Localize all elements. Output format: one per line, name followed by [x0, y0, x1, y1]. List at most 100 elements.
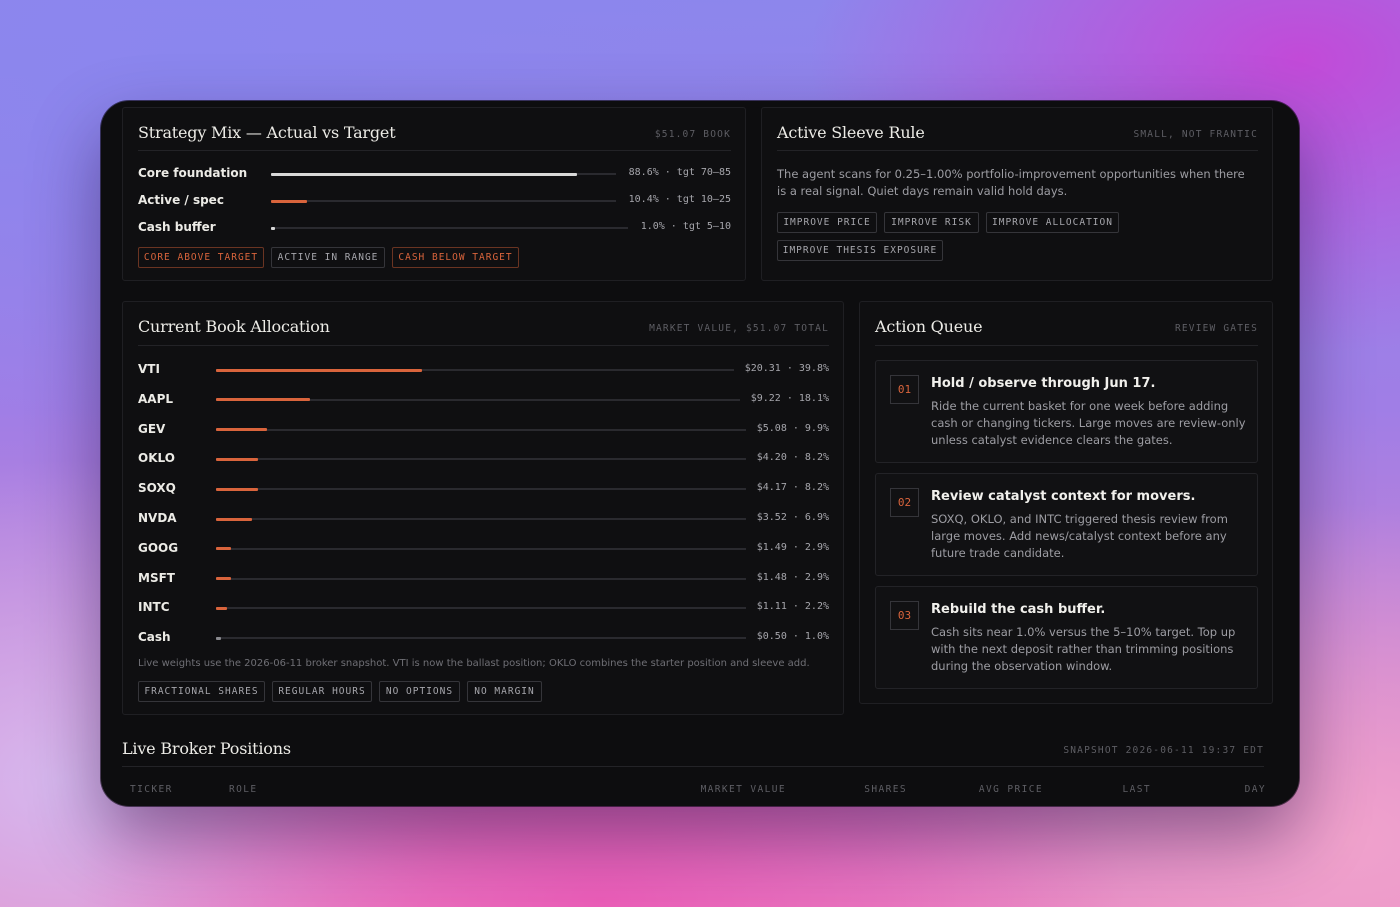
allocation-value: $1.11 · 2.2%	[756, 601, 829, 613]
sleeve-rule-description: The agent scans for 0.25–1.00% portfolio…	[777, 167, 1245, 198]
allocation-note: Live weights use the 2026-06-11 broker s…	[138, 658, 810, 669]
action-queue-title: Action Queue	[875, 317, 983, 336]
action-number: 01	[890, 375, 919, 404]
column-header-day[interactable]: DAY	[1245, 784, 1266, 795]
action-card-3[interactable]: 03 Rebuild the cash buffer. Cash sits ne…	[875, 586, 1258, 689]
allocation-bar	[216, 547, 747, 551]
strategy-mix-panel: Strategy Mix — Actual vs Target $51.07 B…	[122, 107, 746, 281]
allocation-ticker: OKLO	[138, 451, 175, 466]
allocation-meta: MARKET VALUE, $51.07 TOTAL	[649, 323, 829, 334]
sleeve-rule-title: Active Sleeve Rule	[777, 123, 925, 142]
allocation-title: Current Book Allocation	[138, 317, 330, 336]
action-card-2[interactable]: 02 Review catalyst context for movers. S…	[875, 473, 1258, 576]
allocation-bar	[216, 457, 747, 461]
action-description: Cash sits near 1.0% versus the 5–10% tar…	[931, 625, 1236, 673]
action-title: Rebuild the cash buffer.	[931, 602, 1106, 617]
action-number: 03	[890, 601, 919, 630]
action-description: Ride the current basket for one week bef…	[931, 399, 1246, 447]
allocation-bar-fill	[216, 636, 222, 640]
allocation-ticker: MSFT	[138, 570, 175, 585]
divider	[122, 766, 1264, 767]
allocation-value: $0.50 · 1.0%	[756, 631, 829, 643]
action-number: 02	[890, 488, 919, 517]
allocation-value: $1.49 · 2.9%	[756, 541, 829, 553]
allocation-bar	[216, 398, 741, 402]
allocation-ticker: VTI	[138, 362, 160, 376]
allocation-bar	[216, 636, 747, 640]
chip-fractional-shares: FRACTIONAL SHARES	[138, 681, 265, 702]
allocation-panel: Current Book Allocation MARKET VALUE, $5…	[122, 301, 844, 715]
column-header-shares[interactable]: SHARES	[864, 784, 907, 795]
allocation-value: $3.52 · 6.9%	[756, 512, 829, 523]
action-queue-panel: Action Queue REVIEW GATES 01 Hold / obse…	[859, 301, 1273, 704]
dashboard-window: Strategy Mix — Actual vs Target $51.07 B…	[101, 101, 1299, 806]
strategy-mix-title: Strategy Mix — Actual vs Target	[138, 123, 396, 142]
allocation-bar-fill	[216, 368, 423, 372]
action-title: Review catalyst context for movers.	[931, 489, 1196, 504]
allocation-ticker: SOXQ	[138, 481, 176, 496]
allocation-ticker: INTC	[138, 600, 170, 615]
allocation-bar	[216, 517, 747, 521]
allocation-ticker: GEV	[138, 421, 166, 436]
action-title: Hold / observe through Jun 17.	[931, 376, 1156, 391]
allocation-value: $4.20 · 8.2%	[756, 452, 829, 464]
chip-improve-price: IMPROVE PRICE	[777, 212, 877, 233]
mix-value-core: 88.6% · tgt 70–85	[628, 167, 731, 178]
column-header-role[interactable]: ROLE	[229, 784, 257, 795]
allocation-ticker: GOOG	[138, 540, 179, 555]
action-queue-meta: REVIEW GATES	[1174, 323, 1258, 334]
allocation-bar	[216, 606, 747, 610]
column-header-ticker[interactable]: TICKER	[130, 784, 173, 795]
sleeve-rule-meta: SMALL, NOT FRANTIC	[1133, 129, 1258, 140]
chip-active-in-range: ACTIVE IN RANGE	[271, 247, 385, 268]
mix-label-cash: Cash buffer	[138, 220, 216, 234]
allocation-bar	[216, 577, 747, 581]
allocation-value: $5.08 · 9.9%	[756, 422, 829, 434]
allocation-ticker: Cash	[138, 630, 171, 645]
chip-no-margin: NO MARGIN	[467, 681, 542, 702]
chip-cash-below-target: CASH BELOW TARGET	[392, 247, 519, 268]
mix-bar-active	[271, 199, 616, 203]
allocation-value: $20.31 · 39.8%	[744, 363, 829, 374]
chip-improve-thesis-exposure: IMPROVE THESIS EXPOSURE	[777, 240, 943, 261]
column-header-avg-price[interactable]: AVG PRICE	[979, 784, 1043, 795]
divider	[777, 150, 1258, 151]
strategy-mix-meta: $51.07 BOOK	[654, 129, 731, 140]
allocation-value: $9.22 · 18.1%	[750, 392, 829, 404]
sleeve-rule-panel: Active Sleeve Rule SMALL, NOT FRANTIC Th…	[761, 107, 1273, 281]
allocation-ticker: NVDA	[138, 511, 177, 525]
column-header-market-value[interactable]: MARKET VALUE	[701, 784, 786, 795]
divider	[138, 345, 829, 346]
allocation-bar-fill	[216, 428, 268, 432]
column-header-last[interactable]: LAST	[1123, 784, 1151, 795]
divider	[875, 345, 1258, 346]
mix-bar-active-fill	[271, 199, 307, 203]
allocation-bar-fill	[216, 517, 252, 521]
mix-bar-cash	[271, 226, 628, 230]
mix-bar-core	[271, 172, 616, 176]
chip-regular-hours: REGULAR HOURS	[272, 681, 372, 702]
action-description: SOXQ, OKLO, and INTC triggered thesis re…	[931, 512, 1228, 560]
mix-label-core: Core foundation	[138, 166, 248, 180]
allocation-bar	[216, 487, 747, 491]
allocation-bar-fill	[216, 547, 232, 551]
mix-label-active: Active / spec	[138, 193, 224, 207]
mix-value-cash: 1.0% · tgt 5–10	[640, 221, 731, 232]
action-card-1[interactable]: 01 Hold / observe through Jun 17. Ride t…	[875, 360, 1258, 463]
mix-bar-cash-fill	[271, 226, 275, 230]
positions-title: Live Broker Positions	[122, 739, 291, 758]
allocation-bar-fill	[216, 457, 259, 461]
chip-no-options: NO OPTIONS	[379, 681, 460, 702]
allocation-ticker: AAPL	[138, 391, 174, 406]
divider	[138, 150, 731, 151]
chip-core-above-target: CORE ABOVE TARGET	[138, 247, 264, 268]
allocation-bar-fill	[216, 606, 228, 610]
chip-improve-risk: IMPROVE RISK	[884, 212, 979, 233]
positions-meta: SNAPSHOT 2026-06-11 19:37 EDT	[1063, 745, 1264, 756]
allocation-value: $4.17 · 8.2%	[756, 482, 829, 494]
chip-improve-allocation: IMPROVE ALLOCATION	[986, 212, 1119, 233]
allocation-bar-fill	[216, 398, 310, 402]
mix-bar-core-fill	[271, 172, 577, 176]
allocation-value: $1.48 · 2.9%	[756, 571, 829, 583]
mix-value-active: 10.4% · tgt 10–25	[628, 194, 731, 205]
